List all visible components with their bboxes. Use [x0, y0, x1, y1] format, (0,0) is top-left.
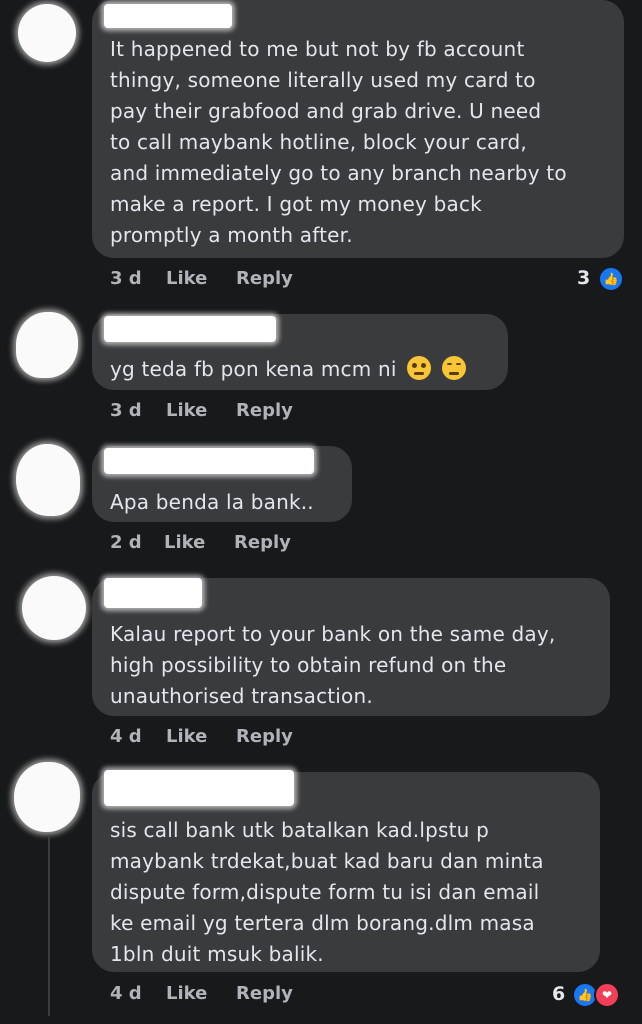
- text-line: Kalau report to your bank on the same da…: [110, 622, 556, 646]
- timestamp[interactable]: 4 d: [110, 983, 142, 1004]
- like-button[interactable]: Like: [166, 726, 207, 747]
- reply-button[interactable]: Reply: [236, 400, 293, 421]
- text-line: high possibility to obtain refund on the: [110, 653, 507, 677]
- reaction-count: 3: [577, 267, 591, 289]
- thread-line: [48, 836, 50, 1016]
- text-line: sis call bank utk batalkan kad.lpstu p: [110, 818, 490, 842]
- text-line: pay their grabfood and grab drive. U nee…: [110, 99, 542, 123]
- text-line: yg teda fb pon kena mcm ni: [110, 357, 397, 381]
- text-line: unauthorised transaction.: [110, 684, 373, 708]
- redacted-author-name[interactable]: [104, 4, 232, 28]
- avatar[interactable]: [22, 576, 86, 640]
- text-line: maybank trdekat,buat kad baru dan minta: [110, 849, 544, 873]
- comment-text: Kalau report to your bank on the same da…: [110, 619, 555, 712]
- text-line: thingy, someone literally used my card t…: [110, 68, 536, 92]
- avatar[interactable]: [14, 762, 80, 832]
- redacted-author-name[interactable]: [104, 578, 202, 608]
- comment-text: yg teda fb pon kena mcm ni: [110, 354, 466, 385]
- redacted-author-name[interactable]: [104, 770, 294, 806]
- text-line: 1bln duit msuk balik.: [110, 942, 324, 966]
- like-reaction-icon: 👍: [598, 266, 624, 292]
- reaction-count: 6: [552, 983, 566, 1005]
- like-button[interactable]: Like: [164, 532, 205, 553]
- text-line: dispute form,dispute form tu isi dan ema…: [110, 880, 540, 904]
- avatar[interactable]: [18, 4, 76, 62]
- timestamp[interactable]: 4 d: [110, 726, 142, 747]
- reply-button[interactable]: Reply: [236, 268, 293, 289]
- comment-text: sis call bank utk batalkan kad.lpstu p m…: [110, 815, 544, 970]
- love-reaction-icon: ❤: [594, 982, 620, 1008]
- like-button[interactable]: Like: [166, 268, 207, 289]
- text-line: promptly a month after.: [110, 223, 353, 247]
- redacted-author-name[interactable]: [104, 448, 314, 474]
- comment-text: Apa benda la bank..: [110, 487, 314, 518]
- text-line: to call maybank hotline, block your card…: [110, 130, 527, 154]
- relieved-face-emoji: [441, 356, 466, 380]
- like-button[interactable]: Like: [166, 400, 207, 421]
- text-line: make a report. I got my money back: [110, 192, 482, 216]
- text-line: Apa benda la bank..: [110, 490, 314, 514]
- text-line: It happened to me but not by fb account: [110, 37, 525, 61]
- like-button[interactable]: Like: [166, 983, 207, 1004]
- avatar[interactable]: [16, 444, 80, 516]
- reply-button[interactable]: Reply: [234, 532, 291, 553]
- text-line: ke email yg tertera dlm borang.dlm masa: [110, 911, 535, 935]
- reply-button[interactable]: Reply: [236, 983, 293, 1004]
- reply-button[interactable]: Reply: [236, 726, 293, 747]
- text-line: and immediately go to any branch nearby …: [110, 161, 567, 185]
- woozy-face-emoji: [407, 356, 432, 380]
- comment-text: It happened to me but not by fb account …: [110, 34, 567, 251]
- timestamp[interactable]: 2 d: [110, 532, 142, 553]
- avatar[interactable]: [16, 312, 78, 378]
- redacted-author-name[interactable]: [104, 316, 276, 342]
- timestamp[interactable]: 3 d: [110, 400, 142, 421]
- timestamp[interactable]: 3 d: [110, 268, 142, 289]
